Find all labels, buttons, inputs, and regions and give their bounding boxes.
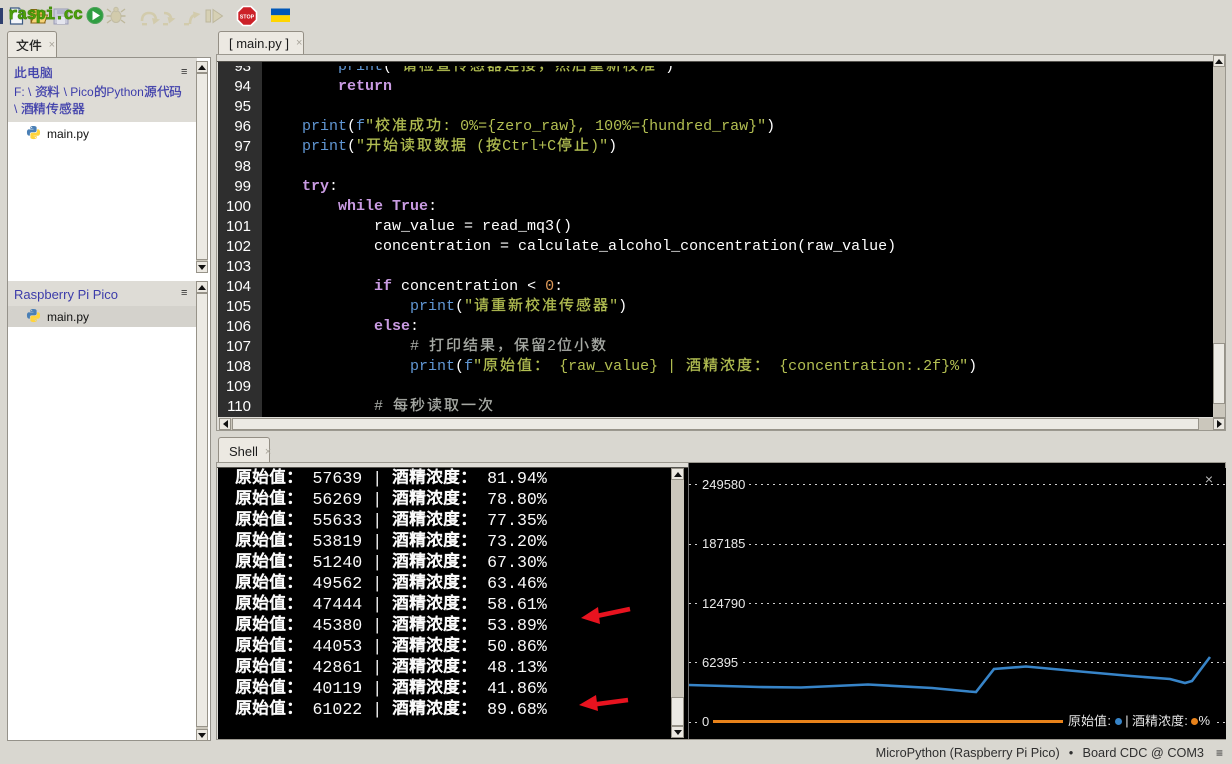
svg-text:STOP: STOP	[240, 15, 255, 21]
